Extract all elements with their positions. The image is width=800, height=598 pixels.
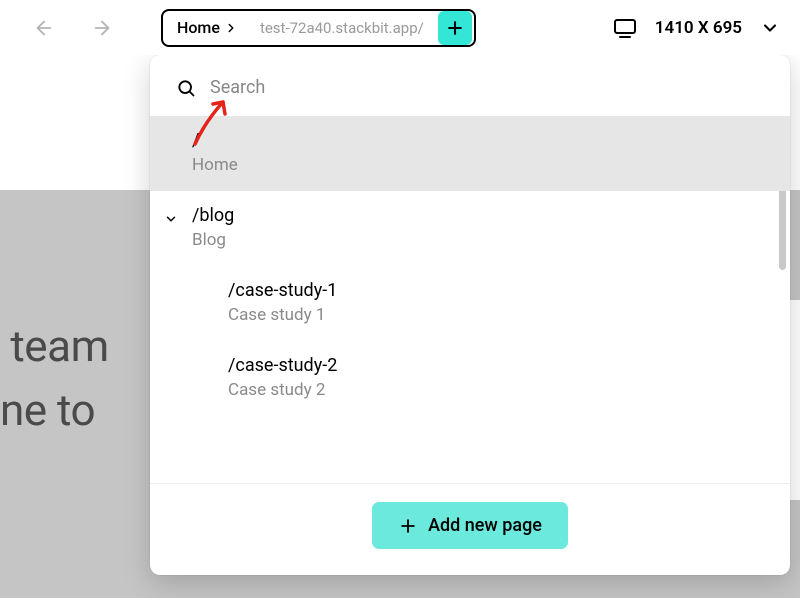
page-item[interactable]: /case-study-2 Case study 2 <box>150 341 790 416</box>
breadcrumb: Home test-72a40.stackbit.app/ <box>161 9 476 47</box>
viewport-controls: 1410 X 695 <box>613 16 780 40</box>
page-item[interactable]: /case-study-1 Case study 1 <box>150 266 790 341</box>
page-item-title: Case study 2 <box>228 380 764 400</box>
breadcrumb-url-text: test-72a40.stackbit.app/ <box>260 19 424 37</box>
viewport-dropdown-toggle[interactable] <box>760 18 780 38</box>
page-item[interactable]: /blog Blog <box>150 191 790 266</box>
page-item-path: / <box>192 130 764 151</box>
plus-icon <box>398 516 418 536</box>
search-row <box>150 55 790 116</box>
breadcrumb-label: Home <box>177 18 220 37</box>
chevron-down-icon[interactable] <box>164 211 178 230</box>
page-list: /Home/blogBlog/case-study-1Case study 1/… <box>150 116 790 479</box>
search-input[interactable] <box>210 77 764 98</box>
page-navigator-panel: /Home/blogBlog/case-study-1Case study 1/… <box>150 55 790 575</box>
breadcrumb-url[interactable]: test-72a40.stackbit.app/ <box>248 11 436 45</box>
add-new-page-button[interactable]: Add new page <box>372 502 568 549</box>
page-item-title: Blog <box>192 230 764 250</box>
page-item-path: /case-study-1 <box>228 280 764 301</box>
search-icon <box>176 78 196 98</box>
page-item-path: /case-study-2 <box>228 355 764 376</box>
nav-forward-button[interactable] <box>83 9 121 47</box>
breadcrumb-home[interactable]: Home <box>163 11 248 45</box>
page-item-title: Home <box>192 155 764 175</box>
chevron-right-icon <box>224 21 238 35</box>
hero-text: team ne to <box>0 315 109 443</box>
panel-footer: Add new page <box>150 484 790 575</box>
nav-back-button[interactable] <box>25 9 63 47</box>
page-item[interactable]: / Home <box>150 116 790 191</box>
breadcrumb-add-button[interactable] <box>438 11 472 45</box>
desktop-icon[interactable] <box>613 16 637 40</box>
viewport-size-label: 1410 X 695 <box>655 18 742 38</box>
page-item-path: /blog <box>192 205 764 226</box>
page-item-title: Case study 1 <box>228 305 764 325</box>
add-new-page-label: Add new page <box>428 515 542 536</box>
chevron-down-icon <box>760 18 780 38</box>
top-toolbar: Home test-72a40.stackbit.app/ 1410 X 695 <box>0 0 800 55</box>
